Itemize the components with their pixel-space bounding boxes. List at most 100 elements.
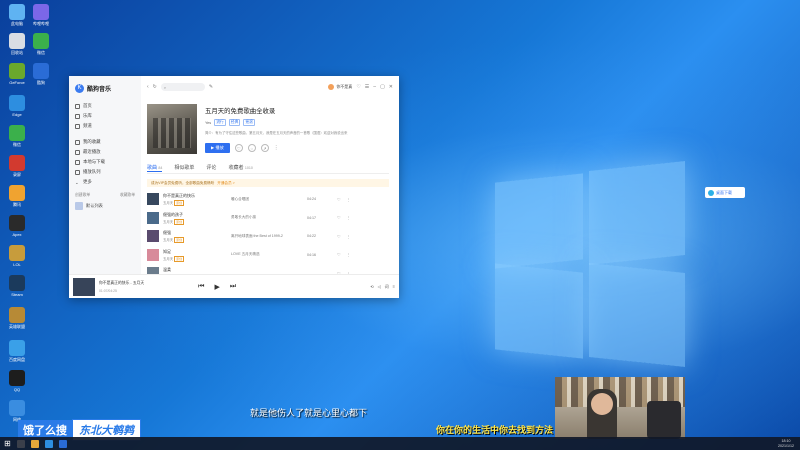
desktop-icon-label: Steam <box>11 292 23 297</box>
desktop-lyrics-widget[interactable]: 桌面下载 <box>705 187 745 198</box>
playlist-tag[interactable]: 摇滚 <box>243 119 255 126</box>
desktop-icon[interactable]: 回收站 <box>4 33 30 56</box>
desktop-icon[interactable]: 百度网盘 <box>4 340 30 363</box>
next-icon[interactable]: ⏭ <box>230 283 236 291</box>
tab-comments[interactable]: 评论 <box>206 164 216 171</box>
app-logo[interactable]: K 酷狗音乐 <box>69 76 141 101</box>
song-album[interactable]: 暖心合唱团 <box>231 197 307 202</box>
more-icon[interactable]: ⋮ <box>347 197 351 202</box>
song-row[interactable]: 你不是真正的快乐 五月天 原创 暖心合唱团 04:24 ♡ ⋮ <box>147 190 387 209</box>
playlist-item[interactable]: 默认列表 <box>75 200 135 211</box>
tab-similar[interactable]: 相似歌单 <box>174 164 194 171</box>
song-title[interactable]: 你不是真正的快乐 <box>163 193 231 199</box>
sidebar-item-favorites[interactable]: 我的收藏 <box>75 137 135 147</box>
loop-icon[interactable]: ⟲ <box>370 284 373 290</box>
sidebar-item-queue[interactable]: 播放队列 <box>75 167 135 177</box>
song-title[interactable]: 知足 <box>163 249 231 255</box>
heart-icon[interactable]: ♡ <box>337 215 341 220</box>
collected-playlists-tab[interactable]: 收藏歌单 <box>120 193 135 198</box>
created-playlists-tab[interactable]: 创建歌单 <box>75 193 90 198</box>
sidebar-item-recent[interactable]: 最近播放 <box>75 147 135 157</box>
file-explorer-icon[interactable] <box>30 439 39 448</box>
song-artist[interactable]: 五月天 <box>163 220 173 224</box>
desktop-icon[interactable]: 酷狗 <box>28 63 54 86</box>
heart-icon[interactable]: ♡ <box>337 197 341 202</box>
kugou-mini-icon <box>708 189 714 196</box>
desktop-icon[interactable]: Edge <box>4 95 30 117</box>
sidebar-item-local[interactable]: 本地与下载 <box>75 157 135 167</box>
desktop-icon[interactable]: 此电脑 <box>4 4 30 27</box>
desktop-icon[interactable]: 微信 <box>28 33 54 56</box>
song-title[interactable]: 温柔 <box>163 267 231 273</box>
song-artist[interactable]: 五月天 <box>163 257 173 261</box>
start-button[interactable]: ⊞ <box>4 439 11 448</box>
play-all-button[interactable]: ▶ 播放 <box>205 143 230 153</box>
desktop-icon[interactable]: 腾讯 <box>4 185 30 208</box>
heart-icon[interactable]: ♡ <box>337 234 341 239</box>
volume-icon[interactable]: ◁ <box>378 284 381 290</box>
desktop-icon[interactable]: 微信 <box>4 125 30 148</box>
song-row[interactable]: 倔强 五月天 原创 离开地球表面 the Best of 1999-2 04:22 ♡ ⋮ <box>147 227 387 246</box>
song-row[interactable]: 知足 五月天 原创 LOVE 五月天精选 04:16 ♡ ⋮ <box>147 246 387 265</box>
playlist-name: 默认列表 <box>86 202 103 208</box>
sidebar-item-channel[interactable]: 频道 <box>75 121 135 131</box>
desktop-icon[interactable]: LOL <box>4 245 30 267</box>
search-taskbar-icon[interactable] <box>16 439 25 448</box>
system-clock[interactable]: 18:10 2021/1/12 <box>778 439 794 448</box>
now-playing-cover[interactable] <box>73 277 95 296</box>
favorite-icon[interactable]: ♡ <box>234 144 243 152</box>
tab-collectors[interactable]: 收藏者 1010 <box>228 164 252 171</box>
username: 你不是真 <box>336 84 353 89</box>
app-shortcut-icon <box>9 155 25 171</box>
comment-icon[interactable]: ◌ <box>247 144 256 152</box>
sidebar-item-home[interactable]: 首页 <box>75 101 135 111</box>
sidebar-item-library[interactable]: 乐库 <box>75 111 135 121</box>
song-artist[interactable]: 五月天 <box>163 201 173 205</box>
song-title[interactable]: 倔强的孩子 <box>163 212 231 218</box>
desktop-icon[interactable]: QQ <box>4 370 30 392</box>
tab-songs[interactable]: 歌曲 84 <box>147 164 163 172</box>
desktop-icon[interactable]: Steam <box>4 275 30 297</box>
search-input[interactable]: ⌕ <box>160 83 205 91</box>
desktop-icon[interactable]: 哔哩哔哩 <box>28 4 54 27</box>
creator-name[interactable]: Yes <box>205 121 211 125</box>
streamer-face <box>591 393 613 415</box>
vip-link[interactable]: 开通会员 > <box>217 181 234 185</box>
song-artist[interactable]: 五月天 <box>163 238 173 242</box>
edge-icon[interactable] <box>44 439 53 448</box>
close-icon[interactable]: ✕ <box>389 84 393 90</box>
song-album[interactable]: LOVE 五月天精选 <box>231 252 307 257</box>
desktop-icon[interactable]: GeForce <box>4 63 30 85</box>
previous-icon[interactable]: ⏮ <box>198 283 204 291</box>
edit-icon[interactable]: ✎ <box>209 84 213 90</box>
minimize-icon[interactable]: – <box>373 84 376 90</box>
refresh-icon[interactable]: ↻ <box>153 84 157 90</box>
heart-icon[interactable]: ♡ <box>337 252 341 257</box>
skin-icon[interactable]: ♡ <box>356 84 360 90</box>
song-album[interactable]: 离开地球表面 the Best of 1999-2 <box>231 234 307 239</box>
settings-icon[interactable]: ☰ <box>365 84 369 90</box>
more-icon[interactable]: ⋮ <box>347 252 351 257</box>
desktop-icon[interactable]: Apex <box>4 215 30 237</box>
song-row[interactable]: 倔强的孩子 五月天 原创 勇敢长大的小孩 04:17 ♡ ⋮ <box>147 209 387 228</box>
desktop-icon[interactable]: 录屏 <box>4 155 30 178</box>
maximize-icon[interactable]: ▢ <box>380 84 385 90</box>
more-icon[interactable]: ⋮ <box>274 145 279 151</box>
back-icon[interactable]: ‹ <box>147 84 149 90</box>
webcam-overlay <box>555 377 685 439</box>
playlist-queue-icon[interactable]: ≡ <box>393 284 395 290</box>
desktop-icon[interactable]: 英雄联盟 <box>4 307 30 330</box>
desktop-icon-label: 此电脑 <box>11 21 23 26</box>
playlist-tag[interactable]: 经典 <box>228 119 241 126</box>
share-icon[interactable]: ↗ <box>260 144 269 152</box>
more-icon[interactable]: ⋮ <box>347 234 351 239</box>
lyrics-button[interactable]: 词 <box>385 284 389 290</box>
playlist-tag[interactable]: 流行 <box>214 119 226 126</box>
song-title[interactable]: 倔强 <box>163 230 231 236</box>
sidebar-item-more[interactable]: ⌄ 更多 <box>75 177 135 187</box>
user-profile[interactable]: 你不是真 <box>328 84 352 90</box>
play-icon[interactable]: ▶ <box>214 283 219 291</box>
more-icon[interactable]: ⋮ <box>347 215 351 220</box>
song-album[interactable]: 勇敢长大的小孩 <box>231 215 307 220</box>
kugou-taskbar-icon[interactable] <box>58 439 67 448</box>
